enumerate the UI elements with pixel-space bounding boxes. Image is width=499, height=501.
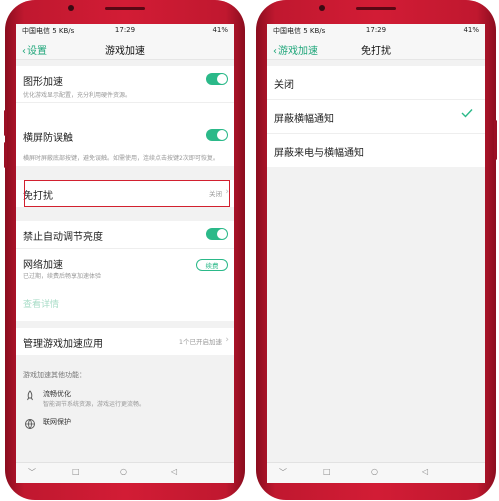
brightness-network-group: 禁止自动调节亮度 网络加速 已过期，续费后畅享加速体验 续费 查看详情	[16, 221, 234, 321]
feature-item: 联网保护	[16, 412, 234, 440]
nav-bar: ‹游戏加速 免打扰	[267, 37, 485, 60]
graphics-acceleration-row[interactable]: 图形加速 优化游戏显示配置，充分利用硬件资源。	[16, 66, 234, 103]
renew-button[interactable]: 续费	[196, 259, 228, 271]
status-bar: 中国电信 5 KB/s 17:29 41%	[267, 24, 485, 37]
recents-square-icon[interactable]: □	[323, 467, 331, 476]
recents-square-icon[interactable]: □	[72, 467, 80, 476]
brightness-toggle[interactable]	[206, 228, 228, 240]
page-title: 免打扰	[361, 46, 391, 57]
graphics-toggle[interactable]	[206, 73, 228, 85]
option-label: 屏蔽横幅通知	[274, 114, 334, 125]
landscape-label: 横屏防误触	[23, 133, 73, 144]
softkey-bar: ﹀ □ ○ ◁	[267, 462, 485, 483]
battery-percent: 41%	[212, 26, 228, 34]
power-key	[494, 120, 497, 160]
battery-percent: 41%	[463, 26, 479, 34]
feature-title: 联网保护	[43, 418, 71, 426]
status-time: 17:29	[365, 26, 387, 34]
front-camera	[68, 5, 74, 11]
landscape-row[interactable]: 横屏防误触 横屏时屏蔽底部按键，避免误触。如需使用，连续点击按键2次即可恢复。	[16, 122, 234, 166]
dnd-options-list: 关闭 屏蔽横幅通知 屏蔽来电与横幅通知	[267, 66, 485, 167]
chevron-down-icon[interactable]: ﹀	[28, 467, 36, 478]
page-title: 游戏加速	[105, 46, 145, 57]
checkmark-icon	[461, 108, 473, 121]
earpiece	[105, 7, 145, 10]
back-triangle-icon[interactable]: ◁	[171, 467, 177, 476]
dnd-highlight-box	[24, 180, 230, 207]
screen-left: 中国电信 5 KB/s 17:29 41% ‹设置 游戏加速 图形加速 优化游戏…	[16, 24, 234, 462]
option-block-banner[interactable]: 屏蔽横幅通知	[267, 100, 485, 134]
phone-left: 中国电信 5 KB/s 17:29 41% ‹设置 游戏加速 图形加速 优化游戏…	[4, 0, 245, 500]
nav-bar: ‹设置 游戏加速	[16, 37, 234, 60]
manage-value: 1个已开启加速	[178, 338, 222, 346]
earpiece	[356, 7, 396, 10]
option-block-calls-banner[interactable]: 屏蔽来电与横幅通知	[267, 134, 485, 167]
screen-right: 中国电信 5 KB/s 17:29 41% ‹游戏加速 免打扰 关闭 屏蔽横幅通…	[267, 24, 485, 462]
volume-key	[4, 110, 7, 136]
brightness-label: 禁止自动调节亮度	[23, 232, 103, 243]
option-label: 屏蔽来电与横幅通知	[274, 148, 364, 159]
graphics-desc: 优化游戏显示配置，充分利用硬件资源。	[23, 92, 132, 99]
softkey-bar: ﹀ □ ○ ◁	[16, 462, 234, 483]
network-label: 网络加速	[23, 260, 63, 271]
status-time: 17:29	[114, 26, 136, 34]
view-details-link[interactable]: 查看详情	[23, 297, 59, 310]
option-label: 关闭	[274, 80, 294, 91]
manage-group: 管理游戏加速应用 1个已开启加速 ›	[16, 328, 234, 355]
network-desc: 已过期，续费后畅享加速体验	[23, 273, 102, 280]
chevron-down-icon[interactable]: ﹀	[279, 467, 287, 478]
landscape-desc: 横屏时屏蔽底部按键，避免误触。如需使用，连续点击按键2次即可恢复。	[23, 155, 219, 162]
home-circle-icon[interactable]: ○	[371, 467, 378, 476]
phone-right: 中国电信 5 KB/s 17:29 41% ‹游戏加速 免打扰 关闭 屏蔽横幅通…	[256, 0, 497, 500]
manage-label: 管理游戏加速应用	[23, 339, 103, 350]
graphics-label: 图形加速	[23, 77, 63, 88]
front-camera	[319, 5, 325, 11]
manage-apps-row[interactable]: 管理游戏加速应用 1个已开启加速 ›	[16, 328, 234, 355]
back-triangle-icon[interactable]: ◁	[422, 467, 428, 476]
other-features-title: 游戏加速其他功能：	[23, 371, 86, 379]
brightness-row[interactable]: 禁止自动调节亮度	[16, 221, 234, 249]
feature-desc: 智能调节系统资源，游戏运行更流畅。	[43, 401, 146, 408]
feature-item: 流畅优化 智能调节系统资源，游戏运行更流畅。	[16, 384, 234, 412]
rocket-icon	[24, 390, 36, 402]
landscape-group: 横屏防误触 横屏时屏蔽底部按键，避免误触。如需使用，连续点击按键2次即可恢复。	[16, 122, 234, 166]
home-circle-icon[interactable]: ○	[120, 467, 127, 476]
network-row: 网络加速 已过期，续费后畅享加速体验 续费	[16, 249, 234, 289]
landscape-toggle[interactable]	[206, 129, 228, 141]
volume-key	[4, 142, 7, 168]
other-features: 游戏加速其他功能： 流畅优化 智能调节系统资源，游戏运行更流畅。 联网保护	[16, 362, 234, 440]
status-bar: 中国电信 5 KB/s 17:29 41%	[16, 24, 234, 37]
chevron-right-icon: ›	[225, 335, 229, 345]
feature-title: 流畅优化	[43, 390, 71, 398]
globe-icon	[24, 418, 36, 430]
option-off[interactable]: 关闭	[267, 66, 485, 100]
